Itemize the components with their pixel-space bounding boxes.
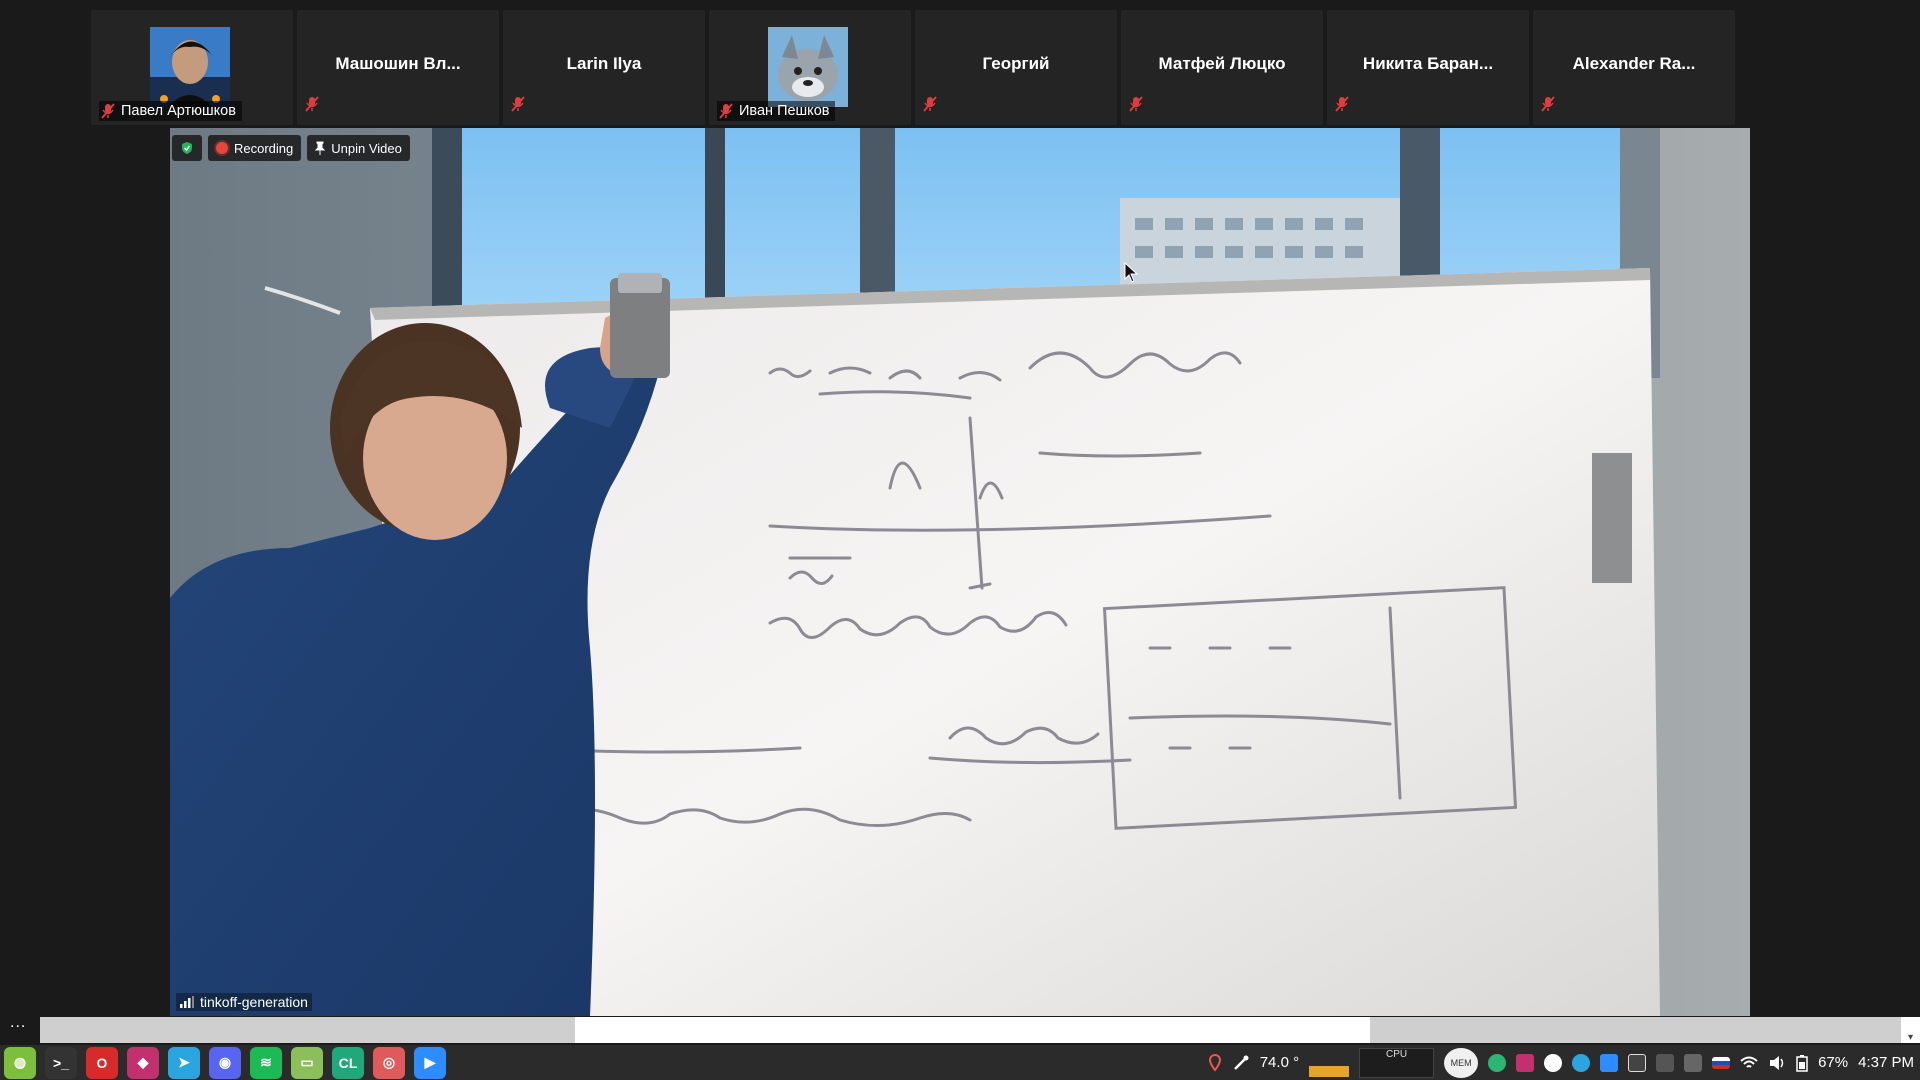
participant-name: Alexander Ra...	[1572, 54, 1696, 73]
mem-label: MEM	[1450, 1057, 1472, 1068]
participant-tile[interactable]: Alexander Ra...	[1533, 10, 1735, 125]
terminal-icon[interactable]: >_	[45, 1046, 77, 1079]
wifi-icon[interactable]	[1740, 1055, 1758, 1071]
mic-muted-icon	[1129, 96, 1143, 112]
participant-tile[interactable]: Никита Баран...	[1327, 10, 1529, 125]
battery-percent: 67%	[1818, 1054, 1849, 1071]
taskbar-apps: ◍ >_ O ◆ ➤ ◉ ≋ ▭ CL ◎ ▶	[0, 1046, 446, 1079]
signal-strength-icon	[180, 996, 194, 1008]
mint-menu-icon[interactable]: ◍	[4, 1046, 36, 1079]
bluetooth-icon[interactable]	[1628, 1053, 1647, 1072]
avatar	[768, 27, 848, 107]
system-taskbar: ◍ >_ O ◆ ➤ ◉ ≋ ▭ CL ◎ ▶ 74.0 ° CPU MEM 67% 4:37 PM	[0, 1045, 1920, 1080]
clipboard-icon[interactable]	[1656, 1053, 1675, 1072]
location-pin-icon[interactable]	[1208, 1053, 1222, 1072]
video-source-name: tinkoff-generation	[200, 994, 308, 1010]
participant-name: Павел Артюшков	[121, 103, 236, 119]
participant-name: Матфей Люцко	[1158, 54, 1286, 73]
participant-tile[interactable]: Матфей Люцко	[1121, 10, 1323, 125]
files-icon[interactable]: ▭	[291, 1046, 323, 1079]
shield-icon	[182, 142, 192, 154]
participant-tile[interactable]: Георгий	[915, 10, 1117, 125]
vpn-icon[interactable]	[1488, 1053, 1507, 1072]
classroom-whiteboard-video	[170, 128, 1750, 1016]
volume-icon[interactable]	[1768, 1055, 1786, 1071]
participant-name-label: Павел Артюшков	[99, 101, 242, 121]
participant-name: Larin Ilya	[566, 54, 642, 73]
avatar	[150, 27, 230, 107]
spotify-icon[interactable]: ≋	[250, 1046, 282, 1079]
zoom-meeting-window: Павел Артюшков Машошин Вл... Larin Ilya Ива…	[0, 0, 1920, 1032]
telegram-tray-icon[interactable]	[1572, 1053, 1591, 1072]
participant-name: Машошин Вл...	[335, 54, 461, 73]
jetbrains-toolbox-icon[interactable]	[1516, 1053, 1535, 1072]
zoom-icon[interactable]: ▶	[414, 1046, 446, 1079]
participant-tile[interactable]: Машошин Вл...	[297, 10, 499, 125]
participant-name-label: Иван Пешков	[717, 101, 836, 121]
pin-icon	[315, 141, 326, 155]
zoom-tray-icon[interactable]	[1600, 1053, 1619, 1072]
battery-icon[interactable]	[1796, 1054, 1808, 1072]
temperature-graph	[1309, 1048, 1350, 1077]
shield-tray-icon[interactable]	[1684, 1053, 1703, 1072]
encryption-badge[interactable]	[172, 135, 202, 161]
cpu-monitor[interactable]: CPU	[1359, 1047, 1435, 1078]
mic-muted-icon	[1541, 96, 1555, 112]
mic-muted-icon	[305, 96, 319, 112]
participant-tile[interactable]: Larin Ilya	[503, 10, 705, 125]
video-source-label: tinkoff-generation	[176, 993, 312, 1011]
opera-icon[interactable]: O	[86, 1046, 118, 1079]
mic-muted-icon	[923, 96, 937, 112]
clion-icon[interactable]: CL	[332, 1046, 364, 1079]
discord-icon[interactable]: ◉	[209, 1046, 241, 1079]
telegram-icon[interactable]: ➤	[168, 1046, 200, 1079]
more-options-button[interactable]: ...	[10, 1014, 26, 1032]
memory-monitor[interactable]: MEM	[1444, 1047, 1479, 1078]
unpin-video-button[interactable]: Unpin Video	[307, 135, 410, 161]
recording-indicator[interactable]: Recording	[208, 135, 302, 161]
scroll-down-button[interactable]: ▾	[1901, 1017, 1920, 1043]
jetbrains-icon[interactable]: ◆	[127, 1046, 159, 1079]
steam-icon[interactable]	[1544, 1053, 1563, 1072]
horizontal-scrollbar-thumb[interactable]	[575, 1017, 1370, 1043]
participant-name: Никита Баран...	[1362, 54, 1494, 73]
system-tray: 74.0 ° CPU MEM 67% 4:37 PM	[1208, 1045, 1914, 1080]
cpu-label: CPU	[1386, 1048, 1408, 1060]
keyboard-layout-flag-icon[interactable]	[1712, 1056, 1731, 1069]
pinned-video[interactable]	[170, 128, 1750, 1016]
mic-muted-icon	[1335, 96, 1349, 112]
record-icon	[216, 142, 228, 154]
participant-tile[interactable]: Павел Артюшков	[91, 10, 293, 125]
participant-tile[interactable]: Иван Пешков	[709, 10, 911, 125]
app-icon[interactable]: ◎	[373, 1046, 405, 1079]
participant-name: Иван Пешков	[739, 103, 830, 119]
mic-muted-icon	[719, 103, 733, 119]
video-toolbar: Recording Unpin Video	[172, 135, 410, 161]
participant-strip: Павел Артюшков Машошин Вл... Larin Ilya Ива…	[91, 10, 1735, 125]
unpin-video-label: Unpin Video	[331, 140, 402, 156]
participant-name: Георгий	[982, 54, 1050, 73]
mic-muted-icon	[101, 103, 115, 119]
clock[interactable]: 4:37 PM	[1858, 1054, 1914, 1071]
temperature-value: 74.0 °	[1259, 1054, 1300, 1071]
recording-label: Recording	[234, 140, 294, 156]
temperature-icon	[1233, 1055, 1249, 1070]
mic-muted-icon	[511, 96, 525, 112]
